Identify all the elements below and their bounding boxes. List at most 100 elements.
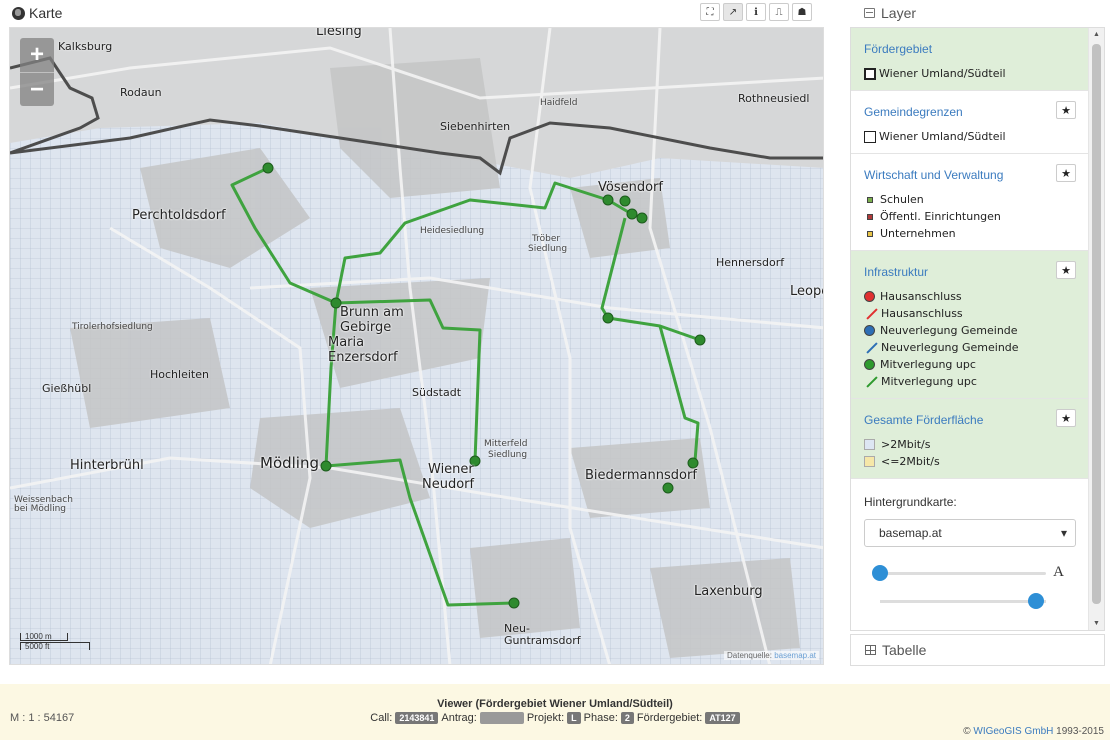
layer-item-label: Schulen	[880, 193, 924, 206]
measure-tool-button[interactable]: ⎍	[769, 3, 789, 21]
attribution-text: Datenquelle:	[727, 651, 772, 660]
layer-item[interactable]: Wiener Umland/Südteil	[864, 128, 1076, 145]
fullscreen-button[interactable]: ⛶	[700, 3, 720, 21]
copyright: © WIGeoGIS GmbH 1993-2015	[963, 726, 1104, 737]
map-header: Karte ⛶ ↗ ℹ ⎍ ☗	[12, 0, 824, 26]
square-symbol-icon	[867, 213, 873, 220]
star-icon[interactable]: ★	[1056, 101, 1076, 119]
map-label: Hennersdorf	[716, 256, 785, 269]
layers-icon	[864, 8, 875, 18]
zoom-out-button[interactable]: −	[20, 72, 54, 106]
label-opacity-slider[interactable]: A	[864, 563, 1076, 583]
print-tool-button[interactable]: ☗	[792, 3, 812, 21]
layer-item[interactable]: Mitverlegung upc	[864, 373, 1076, 390]
point-symbol-icon	[864, 359, 875, 370]
map-opacity-slider[interactable]	[864, 591, 1076, 611]
scroll-down-icon[interactable]: ▼	[1093, 620, 1100, 627]
map-title-text: Karte	[29, 5, 63, 21]
layer-item-label: Hausanschluss	[881, 307, 963, 320]
layer-item[interactable]: Öffentl. Einrichtungen	[864, 208, 1076, 225]
foerdergebiet-label: Fördergebiet:	[636, 712, 703, 724]
map-label: Tirolerhofsiedlung	[72, 322, 153, 332]
text-size-icon: A	[1053, 564, 1064, 580]
layer-item[interactable]: Wiener Umland/Südteil	[864, 65, 1076, 82]
outline-symbol-icon	[864, 67, 876, 80]
point-symbol-icon	[864, 291, 875, 302]
map-toolbar: ⛶ ↗ ℹ ⎍ ☗	[700, 3, 812, 21]
layer-item[interactable]: Hausanschluss	[864, 305, 1076, 322]
footer: M : 1 : 54167 Viewer (Fördergebiet Wiene…	[0, 684, 1110, 740]
basemap-select[interactable]: basemap.at ▾	[864, 519, 1076, 547]
attribution-link[interactable]: basemap.at	[774, 651, 816, 660]
layer-item-label: Hausanschluss	[880, 290, 962, 303]
call-badge: 2143841	[395, 712, 439, 724]
map-label: Hinterbrühl	[70, 458, 144, 473]
map-label: Gießhübl	[42, 382, 92, 395]
map-label: Leopo	[790, 284, 823, 299]
layer-section: Gesamte Förderfläche ★ >2Mbit/s <=2Mbit/s	[851, 399, 1089, 479]
slider-knob[interactable]	[872, 565, 888, 581]
map-label: bei Mödling	[14, 504, 67, 514]
scale-metric: 1000 m	[20, 633, 68, 641]
map-label: Wiener	[428, 462, 474, 477]
star-icon[interactable]: ★	[1056, 409, 1076, 427]
map-label: Vösendorf	[598, 180, 663, 195]
sidebar-scrollbar[interactable]: ▲ ▼	[1088, 28, 1104, 630]
layer-panel-header[interactable]: Layer	[850, 0, 1105, 26]
copyright-link[interactable]: WIGeoGIS GmbH	[973, 726, 1053, 737]
map-label: Rodaun	[120, 86, 162, 99]
slider-knob[interactable]	[1028, 593, 1044, 609]
layer-item[interactable]: >2Mbit/s	[864, 436, 1076, 453]
map-label: Maria	[328, 335, 365, 350]
layer-item-label: Wiener Umland/Südteil	[879, 130, 1006, 143]
layer-section-title[interactable]: Fördergebiet	[864, 42, 1076, 56]
layer-item-label: Unternehmen	[880, 227, 956, 240]
scrollbar-thumb[interactable]	[1092, 44, 1101, 604]
tabelle-panel-header[interactable]: Tabelle	[850, 634, 1105, 666]
layer-item[interactable]: Hausanschluss	[864, 288, 1076, 305]
map-label: Brunn am	[340, 305, 404, 320]
outline-symbol-icon	[864, 130, 876, 143]
layer-item-label: Öffentl. Einrichtungen	[880, 210, 1001, 223]
scroll-up-icon[interactable]: ▲	[1093, 31, 1100, 38]
layer-section-title[interactable]: Gemeindegrenzen	[864, 105, 1076, 119]
map-label: Enzersdorf	[328, 350, 398, 365]
area-symbol-icon	[864, 439, 875, 450]
slider-track	[880, 600, 1046, 603]
layer-item[interactable]: Schulen	[864, 191, 1076, 208]
pointer-tool-button[interactable]: ↗	[723, 3, 743, 21]
projekt-label: Projekt:	[526, 712, 565, 724]
layer-section: Wirtschaft und Verwaltung ★ Schulen Öffentl…	[851, 154, 1089, 251]
copyright-symbol: ©	[963, 726, 971, 737]
layer-item[interactable]: Neuverlegung Gemeinde	[864, 322, 1076, 339]
zoom-in-button[interactable]: +	[20, 38, 54, 72]
layer-item-label: Neuverlegung Gemeinde	[881, 341, 1019, 354]
map-label: Haidfeld	[540, 98, 578, 108]
map-label: Liesing	[316, 27, 362, 39]
footer-info: Viewer (Fördergebiet Wiener Umland/Südte…	[0, 698, 1110, 724]
map-svg[interactable]	[10, 28, 824, 665]
layer-item[interactable]: <=2Mbit/s	[864, 453, 1076, 470]
foerdergebiet-badge: AT127	[705, 712, 740, 724]
layer-section: Fördergebiet Wiener Umland/Südteil	[851, 28, 1089, 91]
slider-track	[880, 572, 1046, 575]
layer-item[interactable]: Mitverlegung upc	[864, 356, 1076, 373]
layer-item-label: >2Mbit/s	[881, 438, 931, 451]
map-scale-bar: 1000 m 5000 ft	[20, 633, 90, 651]
globe-icon	[12, 6, 25, 20]
map-label: Neudorf	[422, 477, 475, 492]
layer-section-title[interactable]: Gesamte Förderfläche	[864, 413, 1076, 427]
star-icon[interactable]: ★	[1056, 261, 1076, 279]
layer-item[interactable]: Neuverlegung Gemeinde	[864, 339, 1076, 356]
map-canvas[interactable]: + − Kalksburg Rodaun Liesing Siebenhirte…	[9, 27, 824, 665]
layer-section-title[interactable]: Wirtschaft und Verwaltung	[864, 168, 1076, 182]
layer-item[interactable]: Unternehmen	[864, 225, 1076, 242]
call-label: Call:	[370, 712, 393, 724]
map-label: Guntramsdorf	[504, 634, 581, 647]
footer-meta: Call: 2143841 Antrag: Projekt: L Phase: …	[0, 712, 1110, 724]
star-icon[interactable]: ★	[1056, 164, 1076, 182]
info-tool-button[interactable]: ℹ	[746, 3, 766, 21]
layer-section: Gemeindegrenzen ★ Wiener Umland/Südteil	[851, 91, 1089, 154]
phase-label: Phase:	[583, 712, 618, 724]
layer-section-title[interactable]: Infrastruktur	[864, 265, 1076, 279]
